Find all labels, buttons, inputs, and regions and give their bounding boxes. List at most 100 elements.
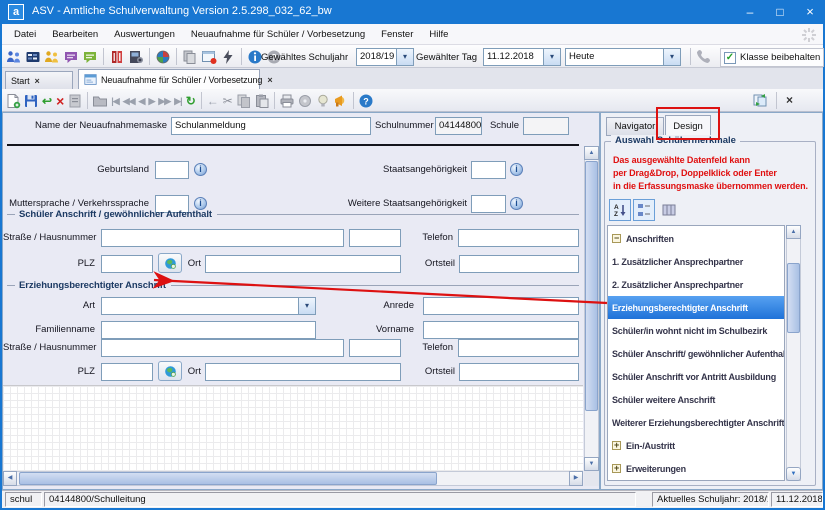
nav-next-fast-icon[interactable]: ▶▶ [157,93,171,109]
menu-datei[interactable]: Datei [6,26,44,43]
refresh-icon[interactable]: ↻ [185,93,197,109]
keep-class-checkbox[interactable]: ✓ [724,52,736,64]
nav-prev-icon[interactable]: ◀ [138,93,146,109]
schoolyear-combobox[interactable]: 2018/19 ▾ [356,48,414,66]
strasse-field[interactable] [101,229,344,247]
nav-first-icon[interactable]: |◀ [110,93,119,109]
back-arrow-icon[interactable]: ← [206,93,220,109]
plz2-lookup-button[interactable] [158,361,182,381]
list-item[interactable]: Schüler Anschrift vor Antritt Ausbildung [608,365,784,388]
chevron-down-icon[interactable]: ▾ [543,49,560,65]
art-combobox[interactable]: ▾ [101,297,316,315]
save-icon[interactable] [23,93,39,109]
expand-icon[interactable]: + [612,441,621,450]
tab-start[interactable]: Start × [5,71,73,89]
menu-auswertungen[interactable]: Auswertungen [106,26,183,43]
timetable-icon[interactable] [25,49,41,65]
chevron-down-icon[interactable]: ▾ [298,298,315,314]
scroll-up-icon[interactable]: ▲ [786,225,801,239]
ort-field[interactable] [205,255,401,273]
staatsangehoerigkeit-field[interactable] [471,161,506,179]
telefon2-field[interactable] [458,339,579,357]
ortsteil2-field[interactable] [459,363,579,381]
form-vscroll-thumb[interactable] [585,161,598,411]
mask-name-field[interactable]: Schulanmeldung [171,117,371,135]
ortsteil-field[interactable] [459,255,579,273]
plz-field[interactable] [101,255,153,273]
form-hscroll-thumb[interactable] [19,472,437,485]
new-document-icon[interactable] [5,93,21,109]
lightbulb-icon[interactable] [315,93,331,109]
globe-icon[interactable] [155,49,171,65]
tab-design[interactable]: Design [665,115,711,137]
photo-report-icon[interactable] [128,49,144,65]
day-combobox[interactable]: 11.12.2018 ▾ [483,48,561,66]
phone-icon[interactable] [695,48,711,64]
list-item[interactable]: Schüler Anschrift/ gewöhnlicher Aufentha… [608,342,784,365]
menu-bearbeiten[interactable]: Bearbeiten [44,26,106,43]
list-scroll-thumb[interactable] [787,263,800,333]
nav-prev-fast-icon[interactable]: ◀◀ [122,93,136,109]
menu-fenster[interactable]: Fenster [373,26,421,43]
list-item[interactable]: Schüler/in wohnt nicht im Schulbezirk [608,319,784,342]
tab-navigator[interactable]: Navigator [606,117,664,136]
sync-panel-icon[interactable] [752,92,768,108]
undo-icon[interactable]: ↩ [41,93,53,109]
list-item[interactable]: Schüler weitere Anschrift [608,388,784,411]
list-item[interactable]: Weiterer Erziehungsberechtigter Anschrif… [608,411,784,434]
column-view-button[interactable] [659,200,679,220]
expand-icon[interactable]: + [612,464,621,473]
cut-icon[interactable]: ✂ [222,93,234,109]
close-button[interactable]: × [795,0,825,24]
help-icon[interactable]: ? [358,93,374,109]
list-item[interactable]: +Erweiterungen [608,457,784,480]
copy-icon[interactable] [236,93,252,109]
list-item[interactable]: 1. Zusätzlicher Ansprechpartner [608,250,784,273]
familienname-field[interactable] [101,321,316,339]
collapse-icon[interactable]: − [612,234,621,243]
info-icon[interactable]: i [510,163,523,176]
disc-icon[interactable] [297,93,313,109]
minimize-button[interactable]: – [735,0,765,24]
scroll-left-icon[interactable]: ◀ [3,471,17,486]
strasse2-field[interactable] [101,339,344,357]
delete-icon[interactable]: × [55,93,65,109]
megaphone-icon[interactable] [333,93,349,109]
menu-hilfe[interactable]: Hilfe [421,26,456,43]
day-mode-combobox[interactable]: Heute ▾ [565,48,681,66]
document-gray-icon[interactable] [67,93,83,109]
tab-neuaufnahme[interactable]: Neuaufnahme für Schüler / Vorbesetzung × [78,69,260,89]
schulnummer-field[interactable]: 04144800 [435,117,482,135]
telefon-field[interactable] [458,229,579,247]
hausnummer-field[interactable] [349,229,401,247]
students-yellow-icon[interactable] [44,49,60,65]
lightning-icon[interactable] [220,49,236,65]
group-view-button[interactable] [633,199,655,221]
ort2-field[interactable] [205,363,401,381]
red-book-icon[interactable] [109,49,125,65]
sort-alphabetical-button[interactable]: AZ [609,199,631,221]
maximize-button[interactable]: □ [765,0,795,24]
anrede-field[interactable] [423,297,579,315]
folder-icon[interactable] [92,93,108,109]
list-item[interactable]: −Anschriften [608,227,784,250]
design-grid[interactable] [3,385,583,472]
plz2-field[interactable] [101,363,153,381]
chevron-down-icon[interactable]: ▾ [396,49,413,65]
tab-close-icon[interactable]: × [35,76,40,86]
geburtsland-field[interactable] [155,161,189,179]
scroll-up-icon[interactable]: ▲ [584,146,599,160]
window-badge-icon[interactable] [201,49,217,65]
chat-purple-icon[interactable] [63,49,79,65]
tab-close-icon[interactable]: × [267,75,272,85]
chat-green-icon[interactable] [82,49,98,65]
scroll-down-icon[interactable]: ▼ [786,467,801,481]
print-icon[interactable] [279,93,295,109]
list-item[interactable]: 2. Zusätzlicher Ansprechpartner [608,273,784,296]
scroll-down-icon[interactable]: ▼ [584,457,599,471]
list-item[interactable]: +Ein-/Austritt [608,434,784,457]
info-icon[interactable]: i [194,163,207,176]
vorname-field[interactable] [423,321,579,339]
nav-next-icon[interactable]: ▶ [147,93,155,109]
scroll-right-icon[interactable]: ▶ [569,471,583,486]
